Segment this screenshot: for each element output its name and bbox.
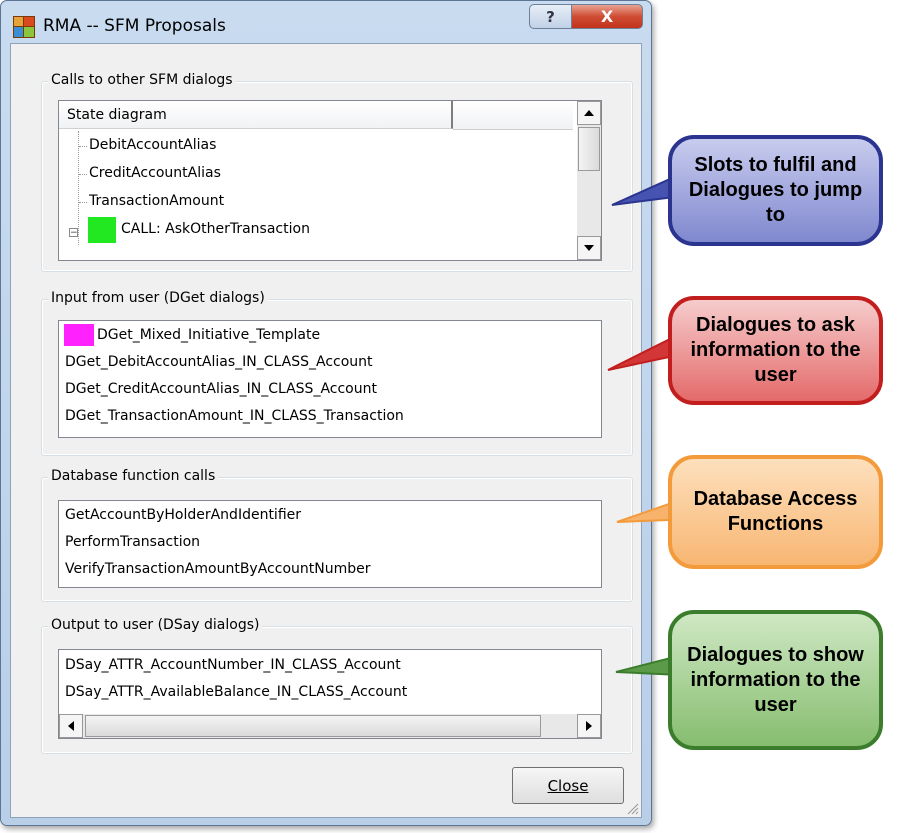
list-item[interactable]: DSay_ATTR_AvailableBalance_IN_CLASS_Acco… xyxy=(65,684,407,700)
calls-group-label: Calls to other SFM dialogs xyxy=(48,72,236,88)
tree-item[interactable]: CreditAccountAlias xyxy=(89,165,221,181)
close-button[interactable]: Close xyxy=(512,767,624,804)
input-group-label: Input from user (DGet dialogs) xyxy=(48,290,268,306)
arrow-down-icon xyxy=(584,245,594,251)
scroll-thumb[interactable] xyxy=(578,127,600,171)
list-item[interactable]: DGet_Mixed_Initiative_Template xyxy=(97,327,320,343)
title-bar: RMA -- SFM Proposals ? X xyxy=(1,1,651,43)
help-button[interactable]: ? xyxy=(529,4,572,29)
app-icon xyxy=(13,16,35,38)
list-item[interactable]: PerformTransaction xyxy=(65,534,200,550)
help-icon: ? xyxy=(546,7,555,26)
arrow-up-icon xyxy=(584,110,594,116)
callout-ask-info: Dialogues to ask information to the user xyxy=(668,296,883,405)
dsay-listbox[interactable]: DSay_ATTR_AccountNumber_IN_CLASS_Account… xyxy=(58,649,602,739)
list-item[interactable]: DGet_CreditAccountAlias_IN_CLASS_Account xyxy=(65,381,377,397)
dialog-client-area: Calls to other SFM dialogs State diagram… xyxy=(10,43,642,818)
call-color-swatch xyxy=(88,217,116,243)
list-item[interactable]: DGet_TransactionAmount_IN_CLASS_Transact… xyxy=(65,408,404,424)
state-diagram-column-header[interactable]: State diagram xyxy=(59,101,453,129)
database-group: Database function calls GetAccountByHold… xyxy=(41,468,633,602)
dget-color-swatch xyxy=(64,324,94,346)
scroll-down-button[interactable] xyxy=(577,236,601,260)
callout-database: Database Access Functions xyxy=(668,455,883,569)
tree-item[interactable]: TransactionAmount xyxy=(89,193,224,209)
callout-slots: Slots to fulfil and Dialogues to jump to xyxy=(668,135,883,246)
tree-line xyxy=(78,131,79,245)
scroll-left-button[interactable] xyxy=(59,714,83,738)
state-diagram-tree[interactable]: State diagram DebitAccountAlias CreditAc… xyxy=(58,100,602,261)
empty-column-header xyxy=(453,101,573,130)
list-item[interactable]: DSay_ATTR_AccountNumber_IN_CLASS_Account xyxy=(65,657,401,673)
dget-listbox[interactable]: DGet_Mixed_Initiative_Template DGet_Debi… xyxy=(58,320,602,438)
sfm-proposals-dialog: RMA -- SFM Proposals ? X Calls to other … xyxy=(0,0,652,826)
tree-connector xyxy=(79,146,87,147)
tree-item[interactable]: DebitAccountAlias xyxy=(89,137,216,153)
horizontal-scroll-thumb[interactable] xyxy=(85,715,541,737)
arrow-right-icon xyxy=(586,721,592,731)
database-group-label: Database function calls xyxy=(48,468,219,484)
scroll-up-button[interactable] xyxy=(577,101,601,125)
output-group-label: Output to user (DSay dialogs) xyxy=(48,617,263,633)
window-close-button[interactable]: X xyxy=(571,4,643,29)
calls-group: Calls to other SFM dialogs State diagram… xyxy=(41,72,633,272)
callout-show-info: Dialogues to show information to the use… xyxy=(668,610,883,750)
list-item[interactable]: VerifyTransactionAmountByAccountNumber xyxy=(65,561,370,577)
horizontal-scrollbar[interactable] xyxy=(59,714,601,738)
resize-grip-icon[interactable] xyxy=(625,801,639,815)
window-title: RMA -- SFM Proposals xyxy=(43,16,226,36)
collapse-toggle-icon[interactable]: − xyxy=(69,228,78,238)
tree-connector xyxy=(79,202,87,203)
scroll-right-button[interactable] xyxy=(577,714,601,738)
output-group: Output to user (DSay dialogs) DSay_ATTR_… xyxy=(41,617,633,754)
list-item[interactable]: GetAccountByHolderAndIdentifier xyxy=(65,507,301,523)
arrow-left-icon xyxy=(68,721,74,731)
input-group: Input from user (DGet dialogs) DGet_Mixe… xyxy=(41,290,633,456)
tree-connector xyxy=(79,174,87,175)
close-button-label: Close xyxy=(547,776,589,795)
list-item[interactable]: DGet_DebitAccountAlias_IN_CLASS_Account xyxy=(65,354,373,370)
close-icon: X xyxy=(600,7,614,26)
call-tree-item[interactable]: CALL: AskOtherTransaction xyxy=(121,221,310,237)
database-listbox[interactable]: GetAccountByHolderAndIdentifier PerformT… xyxy=(58,500,602,588)
vertical-scrollbar[interactable] xyxy=(577,101,601,260)
